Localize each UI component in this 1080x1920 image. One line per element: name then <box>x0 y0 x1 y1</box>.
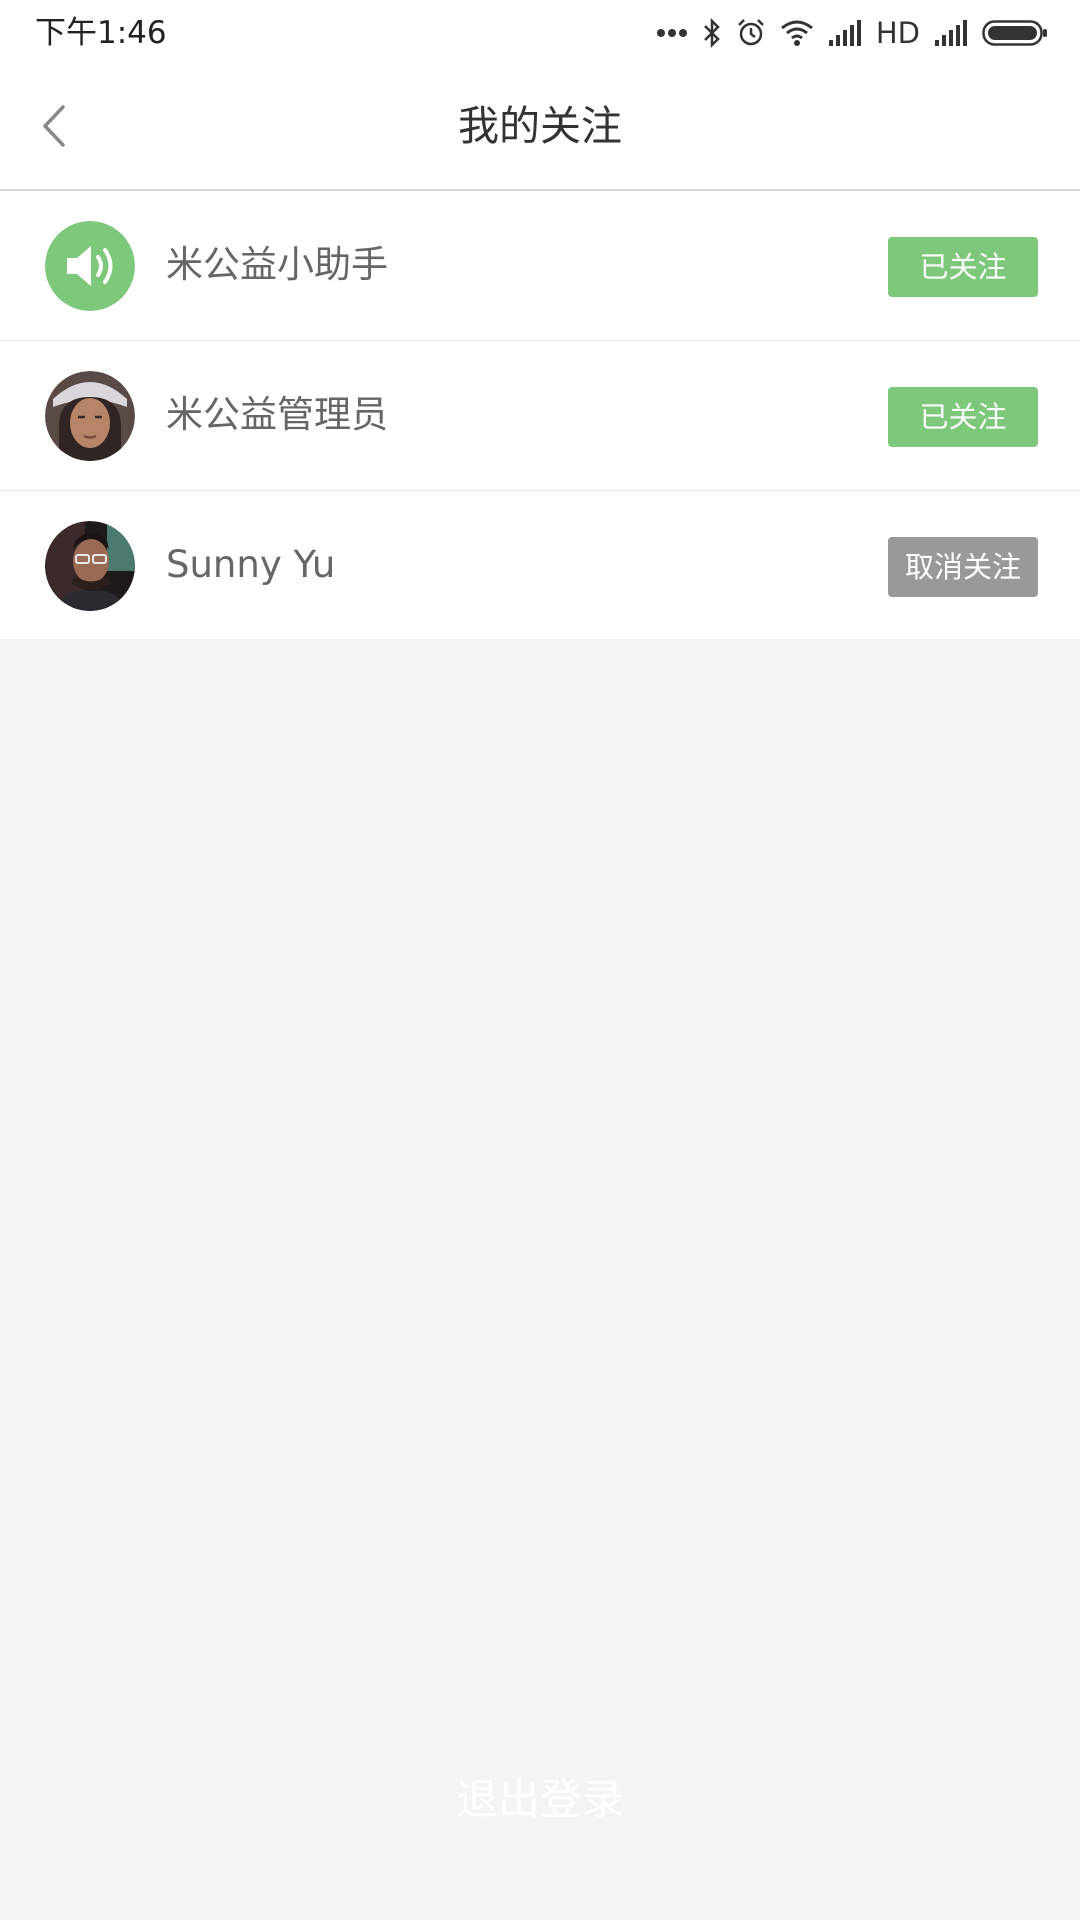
followed-button[interactable]: 已关注 <box>888 387 1038 447</box>
man-portrait-image <box>45 521 135 611</box>
page-title: 我的关注 <box>458 102 622 150</box>
follow-list: 米公益小助手 已关注 米公益管理员 已关注 Sunny Yu 取消关注 <box>0 191 1080 639</box>
signal-icon <box>828 20 862 46</box>
speaker-icon <box>45 221 135 311</box>
follow-name: Sunny Yu <box>166 543 336 586</box>
bluetooth-icon <box>702 18 722 48</box>
follow-name: 米公益管理员 <box>166 393 388 436</box>
alarm-icon <box>736 18 766 48</box>
list-item[interactable]: 米公益小助手 已关注 <box>0 191 1080 341</box>
woman-portrait-image <box>45 371 135 461</box>
avatar[interactable] <box>45 371 135 461</box>
avatar[interactable] <box>45 521 135 611</box>
status-icons: HD <box>656 14 1048 52</box>
list-item[interactable]: Sunny Yu 取消关注 <box>0 491 1080 639</box>
battery-icon <box>982 20 1048 46</box>
wifi-icon <box>780 19 814 47</box>
app-screen: 下午1:46 HD 我的关注 米公益小助手 已关注 米公益管理员 已关注 Sun… <box>0 0 1080 1920</box>
nav-header: 我的关注 <box>0 66 1080 191</box>
logout-button[interactable]: 退出登录 <box>0 1770 1080 1830</box>
network-type-label: HD <box>875 16 920 50</box>
status-time: 下午1:46 <box>35 15 167 51</box>
followed-button[interactable]: 已关注 <box>888 237 1038 297</box>
follow-name: 米公益小助手 <box>166 243 388 286</box>
signal-icon-2 <box>934 20 968 46</box>
avatar[interactable] <box>45 221 135 311</box>
status-bar: 下午1:46 HD <box>0 0 1080 66</box>
unfollow-button[interactable]: 取消关注 <box>888 537 1038 597</box>
list-item[interactable]: 米公益管理员 已关注 <box>0 341 1080 491</box>
more-dots-icon <box>656 28 688 38</box>
